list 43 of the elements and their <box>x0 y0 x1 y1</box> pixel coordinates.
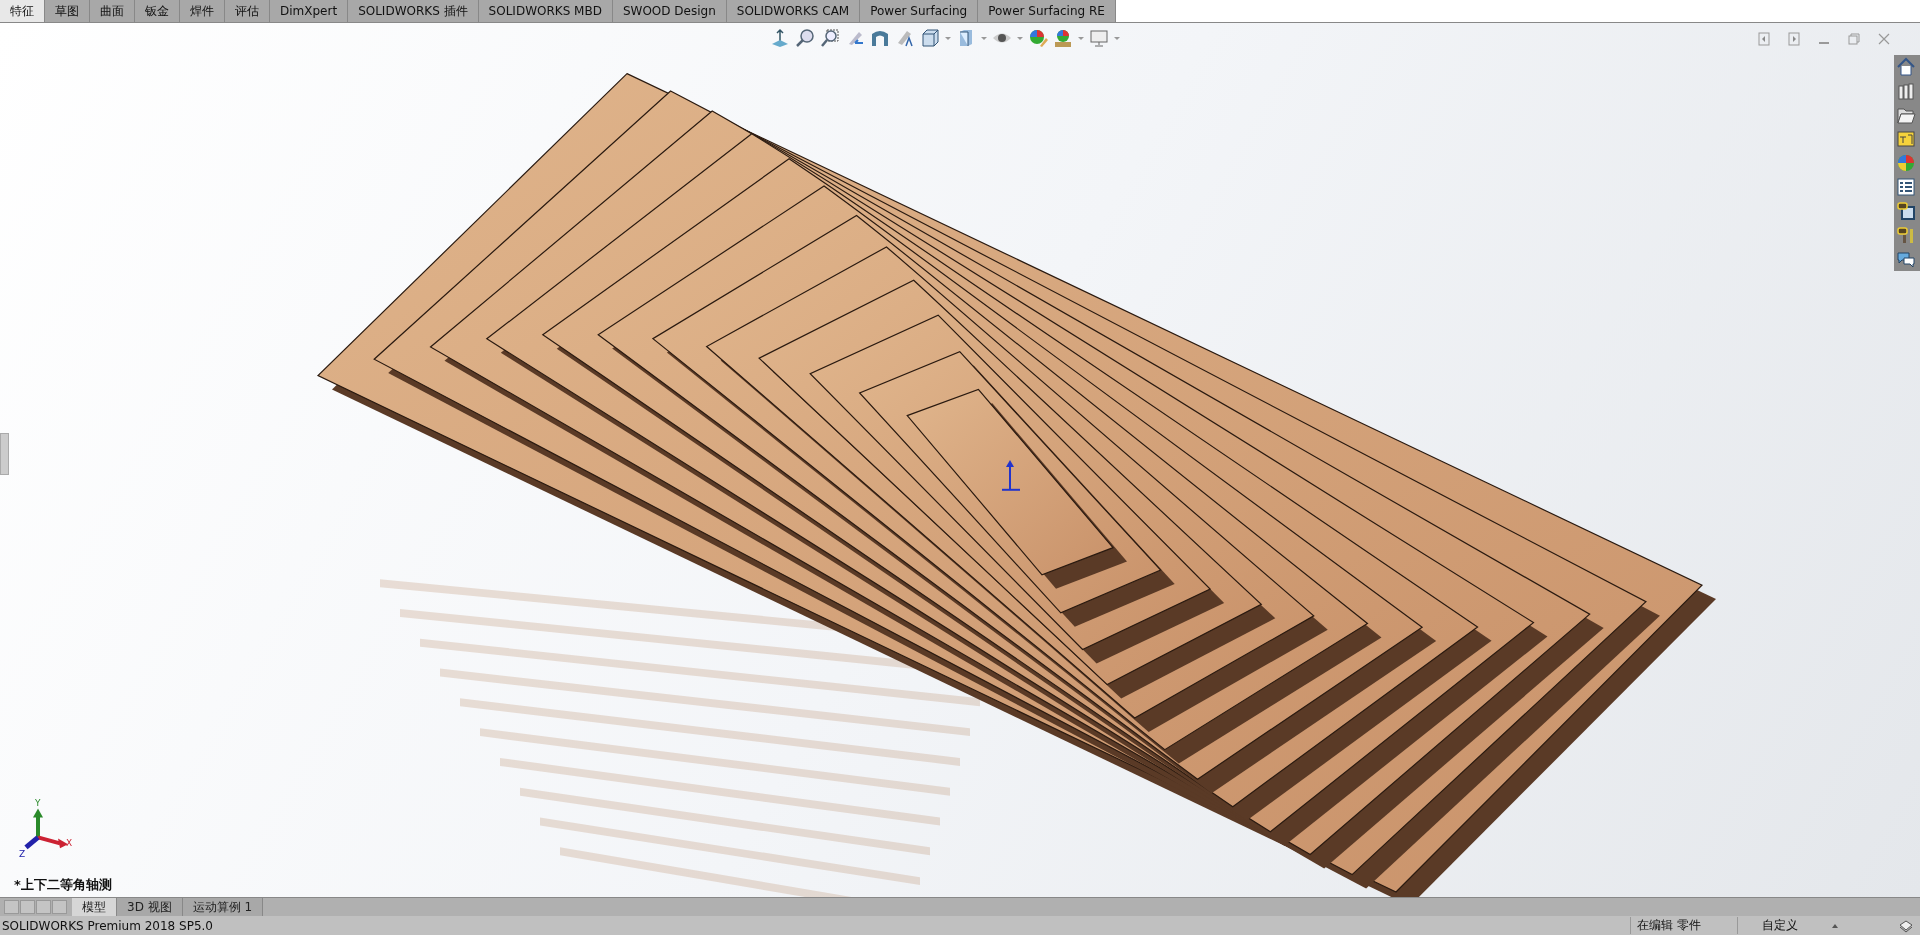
command-tab[interactable]: SWOOD Design <box>612 0 727 22</box>
caret-icon[interactable] <box>1078 36 1084 40</box>
model-tab[interactable]: 3D 视图 <box>117 898 183 916</box>
books-icon[interactable] <box>1896 81 1916 101</box>
home-icon[interactable] <box>1896 57 1916 77</box>
command-tab[interactable]: 焊件 <box>180 0 225 22</box>
units-selector[interactable]: 自定义 <box>1737 917 1832 934</box>
monitor-icon[interactable] <box>1089 28 1109 48</box>
properties-list-icon[interactable] <box>1896 177 1916 197</box>
scene-icon[interactable] <box>1053 28 1073 48</box>
origin-icon <box>1001 460 1021 491</box>
display-style-icon[interactable] <box>920 28 940 48</box>
command-tab[interactable]: SOLIDWORKS 插件 <box>348 0 479 22</box>
caret-icon[interactable] <box>1114 36 1120 40</box>
caret-icon[interactable] <box>1832 923 1838 928</box>
view-orientation-icon[interactable] <box>770 28 790 48</box>
zoom-area-icon[interactable] <box>820 28 840 48</box>
caret-icon[interactable] <box>981 36 987 40</box>
command-tab[interactable]: 钣金 <box>135 0 180 22</box>
command-tab[interactable]: Power Surfacing <box>860 0 979 22</box>
caret-icon[interactable] <box>945 36 951 40</box>
tile-left-icon[interactable] <box>1758 32 1770 46</box>
color-ball-icon[interactable] <box>1028 28 1048 48</box>
chat-bubbles-icon[interactable] <box>1896 249 1916 269</box>
caret-icon[interactable] <box>1017 36 1023 40</box>
model-tab[interactable]: 模型 <box>72 898 117 916</box>
panel-toggle-handle[interactable] <box>0 433 9 475</box>
close-icon[interactable] <box>1878 32 1890 46</box>
command-tab[interactable]: 特征 <box>0 0 45 22</box>
command-tab[interactable]: Power Surfacing RE <box>978 0 1116 22</box>
status-text: 在编辑 零件 <box>1630 917 1737 934</box>
command-tab[interactable]: 草图 <box>45 0 90 22</box>
command-tab[interactable]: DimXpert <box>270 0 349 22</box>
status-text: SOLIDWORKS Premium 2018 SP5.0 <box>1 918 214 933</box>
command-tab[interactable]: 曲面 <box>90 0 135 22</box>
zoom-to-fit-icon[interactable] <box>795 28 815 48</box>
command-tab[interactable]: SOLIDWORKS MBD <box>478 0 613 22</box>
folder-icon[interactable] <box>1896 105 1916 125</box>
model-tab[interactable]: 运动算例 1 <box>182 898 264 916</box>
view-orientation-label: *上下二等角轴测 <box>14 876 112 894</box>
command-tab[interactable]: 评估 <box>225 0 270 22</box>
command-tab[interactable]: SOLIDWORKS CAM <box>726 0 861 22</box>
tile-right-icon[interactable] <box>1788 32 1800 46</box>
